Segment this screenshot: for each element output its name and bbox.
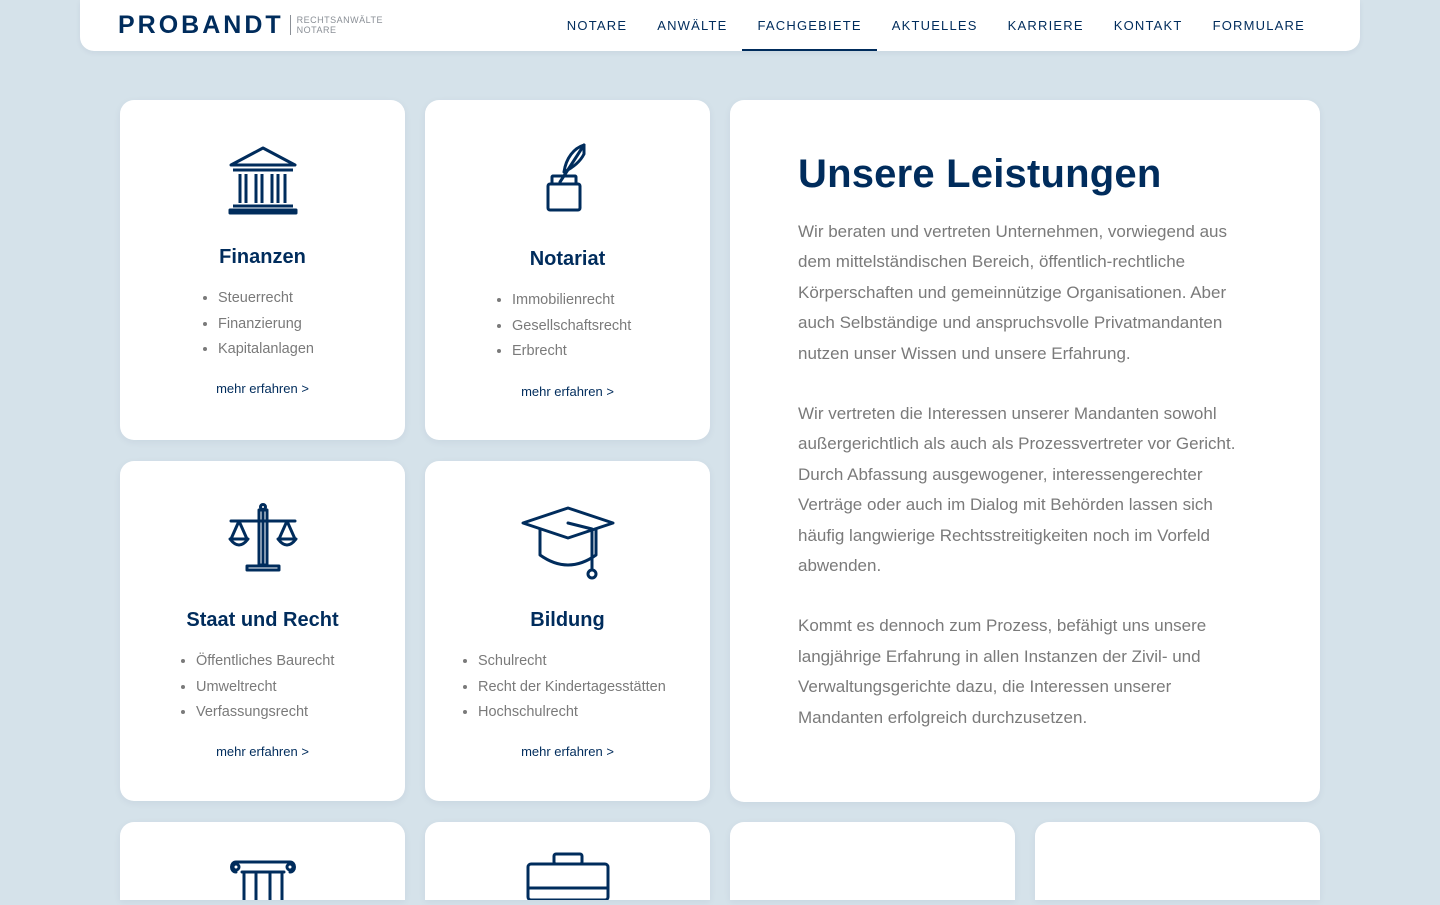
- page-title: Unsere Leistungen: [798, 152, 1162, 196]
- service-list: Schulrecht Recht der Kindertagesstätten …: [458, 649, 666, 726]
- service-card-partial: [730, 822, 1015, 900]
- service-card-partial: [120, 822, 405, 902]
- service-list: Steuerrecht Finanzierung Kapitalanlagen: [198, 286, 314, 363]
- bank-icon: [120, 145, 405, 215]
- intro-paragraph: Kommt es dennoch zum Prozess, befähigt u…: [798, 616, 1207, 727]
- logo-subtitle-line2: NOTARE: [296, 25, 337, 35]
- nav-item-notare[interactable]: NOTARE: [552, 0, 642, 51]
- site-header: PROBANDT RECHTSANWÄLTE NOTARE NOTARE ANW…: [80, 0, 1360, 51]
- logo-subtitle: RECHTSANWÄLTE NOTARE: [297, 15, 383, 35]
- list-item: Recht der Kindertagesstätten: [478, 675, 666, 701]
- list-item: Erbrecht: [512, 339, 631, 365]
- service-card-finanzen: Finanzen Steuerrecht Finanzierung Kapita…: [120, 100, 405, 440]
- service-title: Finanzen: [219, 246, 306, 268]
- service-title: Bildung: [530, 609, 605, 631]
- list-item: Öffentliches Baurecht: [196, 649, 334, 675]
- more-link[interactable]: mehr erfahren >: [120, 744, 405, 759]
- more-link[interactable]: mehr erfahren >: [425, 744, 710, 759]
- service-card-staat-und-recht: Staat und Recht Öffentliches Baurecht Um…: [120, 461, 405, 801]
- column-icon: [228, 858, 298, 905]
- logo-subtitle-line1: RECHTSANWÄLTE: [296, 15, 384, 25]
- list-item: Hochschulrecht: [478, 700, 666, 726]
- list-item: Kapitalanlagen: [218, 337, 314, 363]
- graduation-cap-icon: [425, 505, 710, 583]
- main-nav: NOTARE ANWÄLTE FACHGEBIETE AKTUELLES KAR…: [552, 0, 1320, 51]
- more-link[interactable]: mehr erfahren >: [120, 381, 405, 396]
- service-title: Notariat: [529, 248, 606, 270]
- nav-item-kontakt[interactable]: KONTAKT: [1099, 0, 1198, 51]
- intro-text: Wir beraten und vertreten Unternehmen, v…: [798, 217, 1260, 763]
- list-item: Gesellschaftsrecht: [512, 314, 631, 340]
- intro-paragraph: Wir vertreten die Interessen unserer Man…: [798, 404, 1236, 576]
- more-link[interactable]: mehr erfahren >: [425, 384, 710, 399]
- list-item: Immobilienrecht: [512, 288, 631, 314]
- list-item: Umweltrecht: [196, 675, 334, 701]
- list-item: Verfassungsrecht: [196, 700, 334, 726]
- services-intro-card: Unsere Leistungen Wir beraten und vertre…: [730, 100, 1320, 802]
- scales-icon: [120, 503, 405, 575]
- nav-item-anwaelte[interactable]: ANWÄLTE: [642, 0, 742, 51]
- service-list: Immobilienrecht Gesellschaftsrecht Erbre…: [492, 288, 631, 365]
- service-card-notariat: Notariat Immobilienrecht Gesellschaftsre…: [425, 100, 710, 440]
- intro-paragraph: Wir beraten und vertreten Unternehmen, v…: [798, 222, 1228, 363]
- logo-name: PROBANDT: [118, 11, 284, 39]
- nav-item-karriere[interactable]: KARRIERE: [993, 0, 1099, 51]
- service-card-partial: [1035, 822, 1320, 900]
- nav-item-fachgebiete[interactable]: FACHGEBIETE: [742, 0, 877, 51]
- list-item: Finanzierung: [218, 312, 314, 338]
- service-title: Staat und Recht: [186, 609, 339, 631]
- quill-inkpot-icon: [425, 142, 710, 214]
- logo[interactable]: PROBANDT RECHTSANWÄLTE NOTARE: [118, 10, 383, 40]
- list-item: Schulrecht: [478, 649, 666, 675]
- nav-item-aktuelles[interactable]: AKTUELLES: [877, 0, 993, 51]
- logo-divider: [289, 15, 291, 35]
- service-card-partial: [425, 822, 710, 902]
- list-item: Steuerrecht: [218, 286, 314, 312]
- nav-item-formulare[interactable]: FORMULARE: [1198, 0, 1320, 51]
- service-card-bildung: Bildung Schulrecht Recht der Kindertages…: [425, 461, 710, 801]
- service-list: Öffentliches Baurecht Umweltrecht Verfas…: [176, 649, 334, 726]
- briefcase-icon: [525, 852, 611, 905]
